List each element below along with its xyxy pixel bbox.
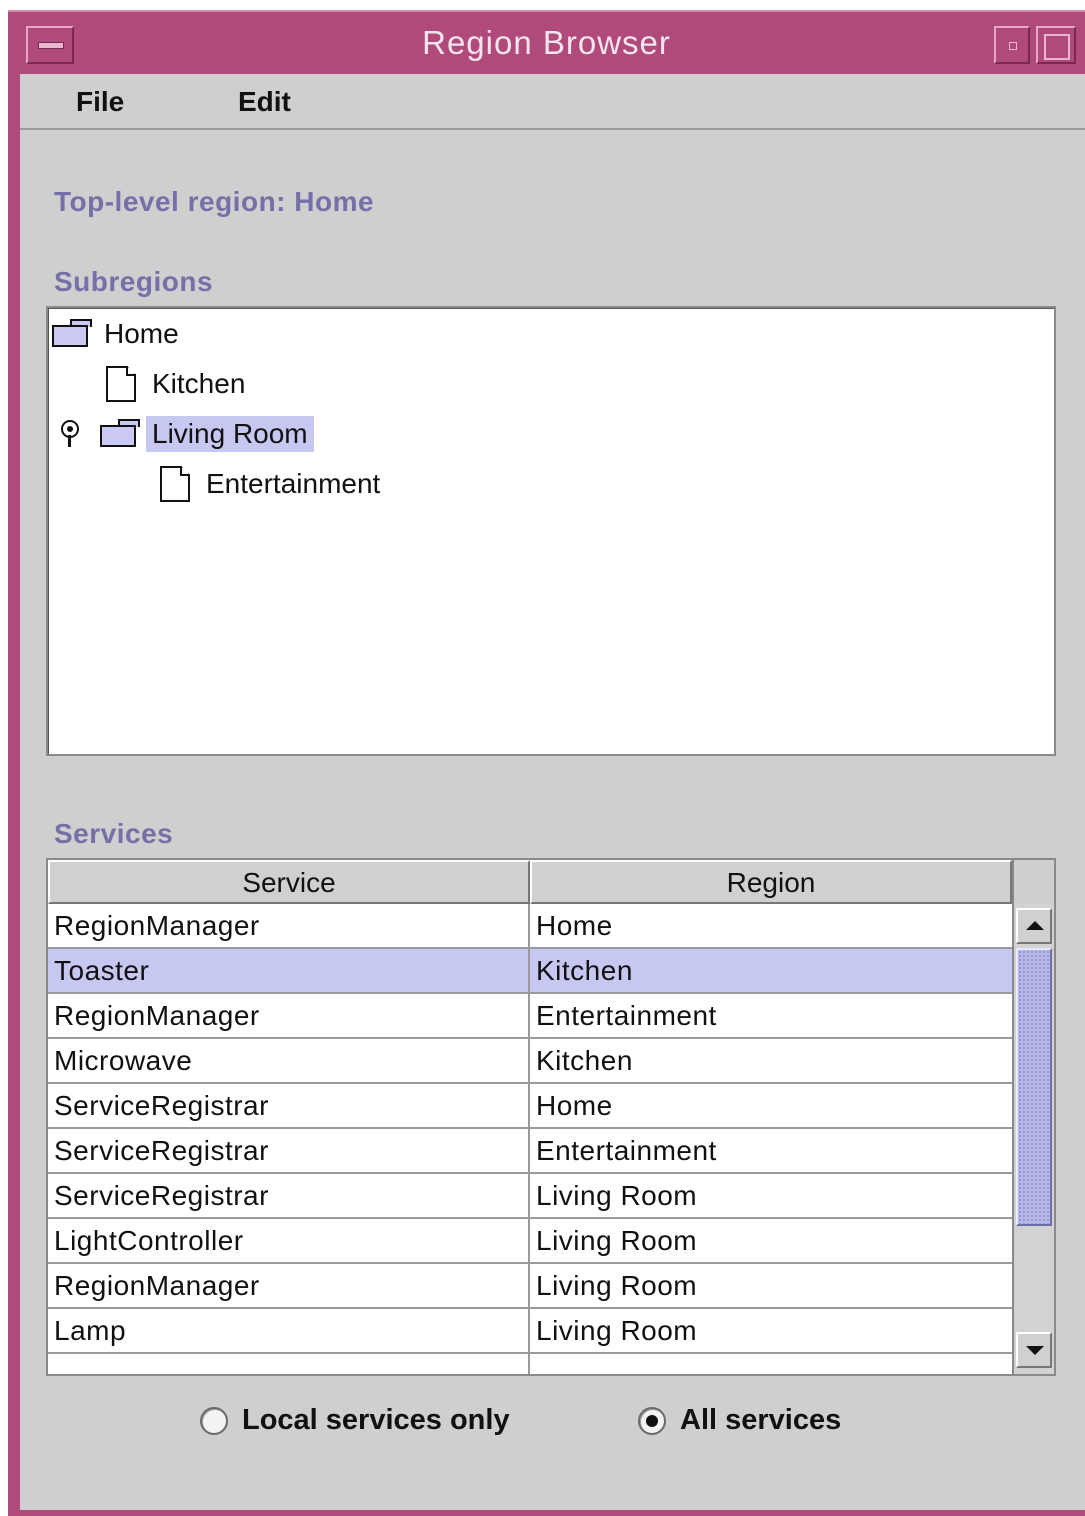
scrollbar-thumb[interactable] — [1016, 948, 1052, 1226]
folder-icon — [98, 419, 140, 449]
window-frame-left — [8, 74, 20, 1516]
menu-edit[interactable]: Edit — [238, 86, 291, 118]
radio-all-services[interactable]: All services — [638, 1404, 841, 1437]
radio-checked-icon[interactable] — [638, 1406, 666, 1435]
table-row[interactable]: RegionManager Living Room — [48, 1264, 1012, 1309]
cell-region: Home — [536, 1090, 613, 1121]
table-row[interactable]: Toaster Kitchen — [48, 949, 1012, 994]
cell-service: RegionManager — [48, 1264, 530, 1307]
radio-local-services[interactable]: Local services only — [200, 1404, 510, 1437]
subregions-tree[interactable]: Home Kitchen Living Room Entertainment — [46, 306, 1056, 756]
cell-region: Living Room — [536, 1180, 698, 1211]
tree-node-living-room[interactable]: Living Room — [58, 412, 314, 456]
vertical-scrollbar[interactable] — [1012, 904, 1054, 1374]
top-level-region-label: Top-level region: Home — [54, 186, 375, 217]
cell-service: Microwave — [48, 1039, 530, 1082]
menu-bar: File Edit — [20, 74, 1085, 130]
title-bar[interactable]: Region Browser — [8, 10, 1085, 74]
document-icon — [160, 466, 190, 502]
folder-icon — [50, 319, 92, 349]
arrow-down-icon — [1026, 1346, 1044, 1355]
cell-service: LightController — [48, 1219, 530, 1262]
maximize-icon — [1044, 34, 1070, 60]
table-row[interactable]: Lamp Living Room — [48, 1309, 1012, 1354]
document-icon — [106, 366, 136, 402]
table-body: RegionManager Home Toaster Kitchen Regio… — [48, 904, 1012, 1374]
tree-node-label: Kitchen — [152, 368, 246, 399]
menu-file[interactable]: File — [76, 86, 124, 118]
cell-region: Living Room — [536, 1270, 698, 1301]
radio-unchecked-icon[interactable] — [200, 1406, 228, 1435]
cell-region: Entertainment — [536, 1000, 717, 1031]
maximize-button[interactable] — [1036, 26, 1076, 64]
cell-region: Home — [536, 910, 613, 941]
tree-node-label: Living Room — [146, 416, 314, 452]
service-filter-group: Local services only All services — [20, 1404, 1085, 1454]
radio-label: All services — [680, 1404, 842, 1436]
cell-service: RegionManager — [48, 904, 530, 947]
radio-label: Local services only — [242, 1404, 510, 1436]
column-header-region[interactable]: Region — [530, 860, 1012, 904]
window-frame-bottom — [8, 1510, 1085, 1516]
window-title: Region Browser — [422, 24, 671, 61]
table-row[interactable]: RegionManager Home — [48, 904, 1012, 949]
cell-service: Toaster — [48, 949, 530, 992]
table-row[interactable]: ServiceRegistrar Entertainment — [48, 1129, 1012, 1174]
tree-node-home[interactable]: Home — [50, 312, 185, 356]
tree-node-label: Home — [104, 318, 179, 349]
table-row[interactable]: Microwave Kitchen — [48, 1039, 1012, 1084]
table-corner — [1012, 860, 1054, 904]
window-content: File Edit Top-level region: Home Subregi… — [20, 74, 1085, 1510]
table-row-partial[interactable] — [48, 1354, 1012, 1374]
cell-service: RegionManager — [48, 994, 530, 1037]
table-row[interactable]: RegionManager Entertainment — [48, 994, 1012, 1039]
tree-node-kitchen[interactable]: Kitchen — [106, 362, 251, 406]
column-header-service[interactable]: Service — [48, 860, 530, 904]
cell-region: Kitchen — [536, 1045, 633, 1076]
scroll-up-button[interactable] — [1016, 908, 1052, 944]
table-row[interactable]: ServiceRegistrar Home — [48, 1084, 1012, 1129]
expand-toggle-icon[interactable] — [58, 420, 80, 448]
tree-node-label: Entertainment — [206, 468, 381, 499]
minimize-button[interactable] — [994, 26, 1030, 64]
tree-node-entertainment[interactable]: Entertainment — [160, 462, 386, 506]
cell-service: ServiceRegistrar — [48, 1084, 530, 1127]
minimize-icon — [1009, 42, 1017, 50]
cell-service: Lamp — [48, 1309, 530, 1352]
cell-service: ServiceRegistrar — [48, 1129, 530, 1172]
cell-region: Living Room — [536, 1225, 698, 1256]
cell-service: ServiceRegistrar — [48, 1174, 530, 1217]
arrow-up-icon — [1026, 921, 1044, 930]
cell-region: Living Room — [536, 1315, 698, 1346]
app-window: Region Browser File Edit Top-level regio… — [8, 10, 1085, 1516]
cell-region: Entertainment — [536, 1135, 717, 1166]
table-header: Service Region — [48, 860, 1012, 904]
subregions-heading: Subregions — [54, 266, 214, 297]
table-row[interactable]: LightController Living Room — [48, 1219, 1012, 1264]
cell-region-partial — [530, 1354, 1012, 1374]
cell-service-partial — [48, 1354, 530, 1374]
cell-region: Kitchen — [536, 955, 633, 986]
scroll-down-button[interactable] — [1016, 1332, 1052, 1368]
table-row[interactable]: ServiceRegistrar Living Room — [48, 1174, 1012, 1219]
services-heading: Services — [54, 818, 174, 849]
services-table: Service Region RegionManager Home Toaste… — [46, 858, 1056, 1376]
